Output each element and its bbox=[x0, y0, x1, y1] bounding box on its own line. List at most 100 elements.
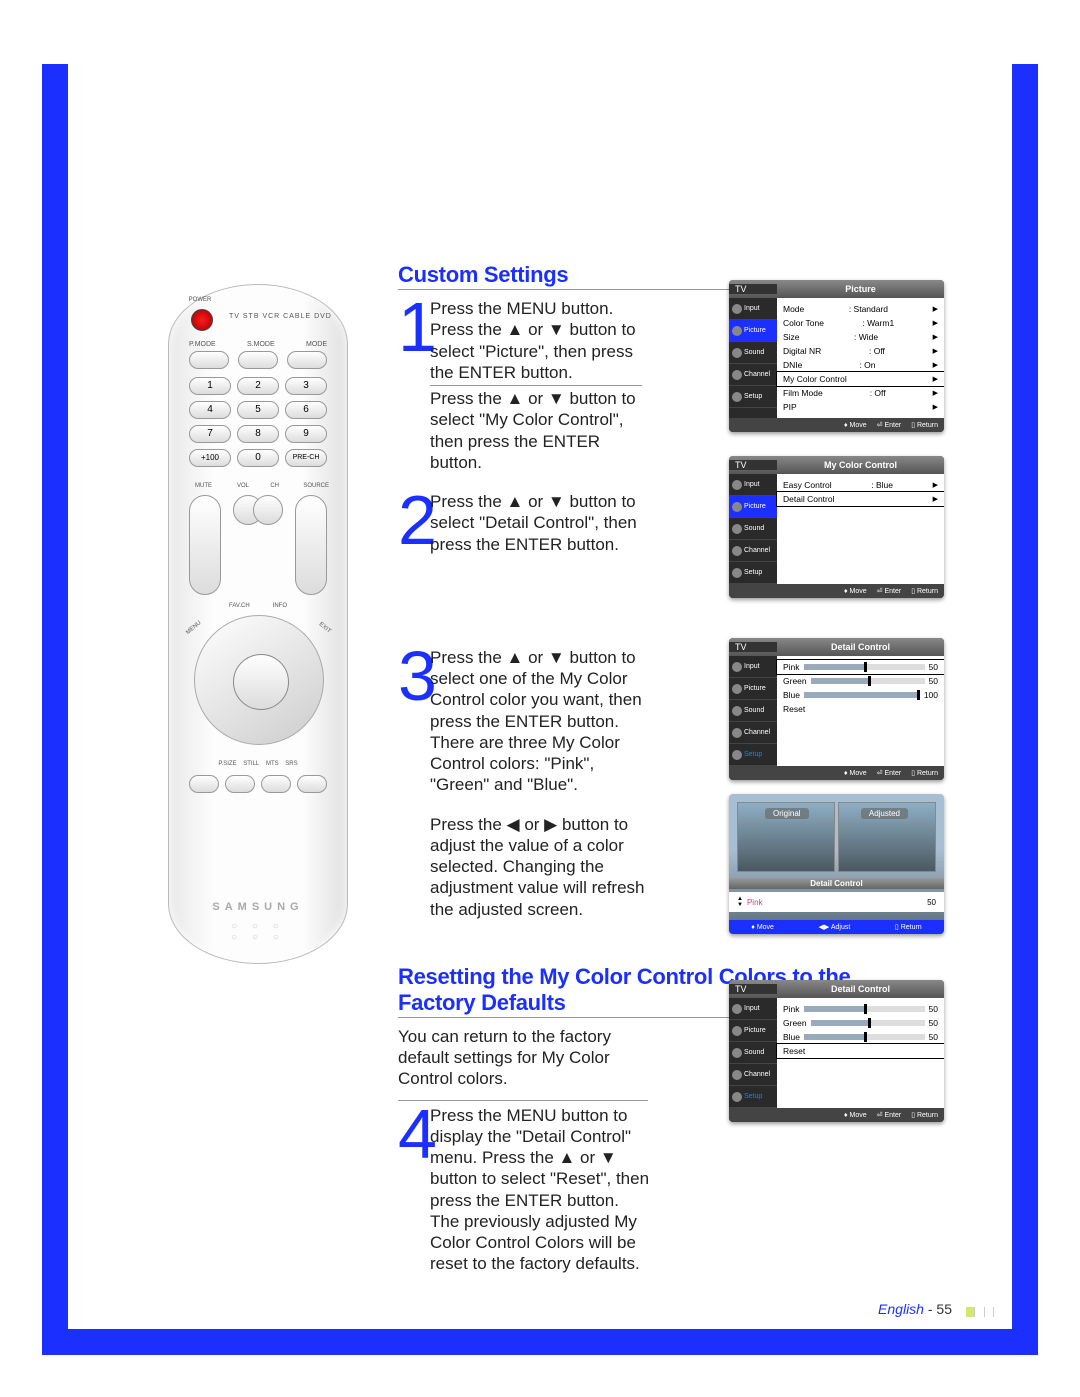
smode-label: S.MODE bbox=[247, 341, 275, 348]
tab-picture: Picture bbox=[744, 327, 766, 334]
adjust-slider-row: ▲▼ Pink 50 bbox=[729, 892, 944, 912]
key-5: 5 bbox=[237, 401, 279, 419]
item-size: Size bbox=[783, 332, 800, 342]
exit-label: EXIT bbox=[317, 621, 331, 634]
osd-adjust-preview: Original Adjusted Detail Control ▲▼ Pink… bbox=[729, 794, 944, 934]
source-label: SOURCE bbox=[303, 483, 329, 489]
item-pip: PIP bbox=[783, 402, 797, 412]
key-plus100: +100 bbox=[189, 449, 231, 467]
item-reset-hl: Reset bbox=[783, 1046, 805, 1056]
favch-label: FAV.CH bbox=[229, 603, 250, 609]
slider-green bbox=[811, 678, 925, 684]
step-3: 3 Press the ▲ or ▼ button to select one … bbox=[398, 647, 653, 796]
picture-icon bbox=[732, 326, 742, 336]
volume-rocker bbox=[189, 495, 221, 595]
color-ticks bbox=[966, 1307, 1002, 1317]
key-1: 1 bbox=[189, 377, 231, 395]
foot-move: Move bbox=[850, 422, 867, 429]
tab-setup: Setup bbox=[744, 393, 762, 400]
key-7: 7 bbox=[189, 425, 231, 443]
key-4: 4 bbox=[189, 401, 231, 419]
slider-pink bbox=[804, 664, 925, 670]
remote-illustration: POWER TV STB VCR CABLE DVD P.MODE S.MODE… bbox=[168, 284, 348, 964]
foot-enter: Enter bbox=[884, 422, 901, 429]
setup-icon bbox=[732, 392, 742, 402]
tab-input: Input bbox=[744, 481, 760, 488]
osd-title-detail2: Detail Control bbox=[777, 984, 944, 994]
tab-input: Input bbox=[744, 305, 760, 312]
pmode-label: P.MODE bbox=[189, 341, 216, 348]
osd-sidebar: Input Picture Sound Channel Setup bbox=[729, 298, 777, 418]
item-pink: Pink bbox=[783, 662, 800, 672]
key-6: 6 bbox=[285, 401, 327, 419]
val-blue: 100 bbox=[924, 690, 938, 700]
osd-title-picture: Picture bbox=[777, 284, 944, 294]
step-number-3: 3 bbox=[398, 647, 430, 796]
menu-label: MENU bbox=[185, 620, 202, 636]
osd-title-detail: Detail Control bbox=[777, 642, 944, 652]
tab-channel: Channel bbox=[744, 547, 770, 554]
tab-sound: Sound bbox=[744, 525, 764, 532]
osd-tv-label: TV bbox=[729, 460, 777, 470]
page-frame: POWER TV STB VCR CABLE DVD P.MODE S.MODE… bbox=[42, 64, 1038, 1355]
source-button bbox=[253, 495, 283, 525]
step-1a-text: Press the MENU button. Press the ▲ or ▼ … bbox=[430, 299, 636, 382]
item-reset: Reset bbox=[783, 704, 805, 714]
step-2-text: Press the ▲ or ▼ button to select "Detai… bbox=[430, 491, 648, 555]
key-9: 9 bbox=[285, 425, 327, 443]
key-0: 0 bbox=[237, 449, 279, 467]
footer-page: 55 bbox=[936, 1301, 952, 1317]
step-4: 4 Press the MENU button to display the "… bbox=[398, 1105, 658, 1275]
channel-icon bbox=[732, 370, 742, 380]
tab-picture: Picture bbox=[744, 503, 766, 510]
label-original: Original bbox=[765, 808, 809, 819]
key-8: 8 bbox=[237, 425, 279, 443]
vol-label: VOL bbox=[237, 483, 249, 489]
fn-buttons bbox=[189, 775, 327, 793]
val-green: 50 bbox=[929, 676, 938, 686]
item-green: Green bbox=[783, 676, 807, 686]
val-easy: : Blue bbox=[871, 480, 893, 490]
input-icon bbox=[732, 304, 742, 314]
page-number: English - 55 bbox=[878, 1301, 952, 1317]
psize-label: P.SIZE bbox=[218, 761, 236, 767]
osd-title-mcc: My Color Control bbox=[777, 460, 944, 470]
osd-tv-label: TV bbox=[729, 284, 777, 294]
nav-ring: ENTER bbox=[194, 615, 324, 745]
numeric-keypad: 1 2 3 4 5 6 7 8 9 +100 0 PRE-CH bbox=[189, 377, 327, 467]
sound-icon bbox=[732, 348, 742, 358]
tab-channel: Channel bbox=[744, 371, 770, 378]
info-label: INFO bbox=[273, 603, 287, 609]
item-dnie: DNIe bbox=[783, 360, 802, 370]
step-number-2: 2 bbox=[398, 491, 430, 555]
srs-label: SRS bbox=[285, 761, 297, 767]
item-easy: Easy Control bbox=[783, 480, 832, 490]
osd-mcc-menu: TV My Color Control Input Picture Sound … bbox=[729, 456, 944, 598]
mode-label: MODE bbox=[306, 341, 327, 348]
key-3: 3 bbox=[285, 377, 327, 395]
osd-detail-menu: TV Detail Control Input Picture Sound Ch… bbox=[729, 638, 944, 780]
osd-picture-menu: TV Picture Input Picture Sound Channel S… bbox=[729, 280, 944, 432]
item-blue: Blue bbox=[783, 690, 800, 700]
source-labels: TV STB VCR CABLE DVD bbox=[229, 313, 332, 320]
mute-label: MUTE bbox=[195, 483, 212, 489]
step-2: 2 Press the ▲ or ▼ button to select "Det… bbox=[398, 491, 648, 555]
osd-panel: Mode: Standard▶ Color Tone: Warm1▶ Size:… bbox=[777, 298, 944, 418]
adjust-param: Pink bbox=[747, 898, 787, 907]
val-mode: : Standard bbox=[849, 304, 888, 314]
reset-intro: You can return to the factory default se… bbox=[398, 1026, 648, 1094]
step-4-text: Press the MENU button to display the "De… bbox=[430, 1105, 658, 1275]
power-label: POWER bbox=[185, 297, 215, 303]
item-colortone: Color Tone bbox=[783, 318, 824, 328]
val-filmmode: : Off bbox=[870, 388, 886, 398]
ch-label: CH bbox=[270, 483, 279, 489]
key-prech: PRE-CH bbox=[285, 449, 327, 467]
mts-label: MTS bbox=[266, 761, 279, 767]
item-filmmode: Film Mode bbox=[783, 388, 823, 398]
tab-sound: Sound bbox=[744, 349, 764, 356]
step-number-1: 1 bbox=[398, 298, 430, 473]
item-detail: Detail Control bbox=[783, 494, 835, 504]
item-mode: Mode bbox=[783, 304, 804, 314]
brand-logo: SAMSUNG bbox=[169, 901, 347, 913]
label-adjusted: Adjusted bbox=[861, 808, 908, 819]
